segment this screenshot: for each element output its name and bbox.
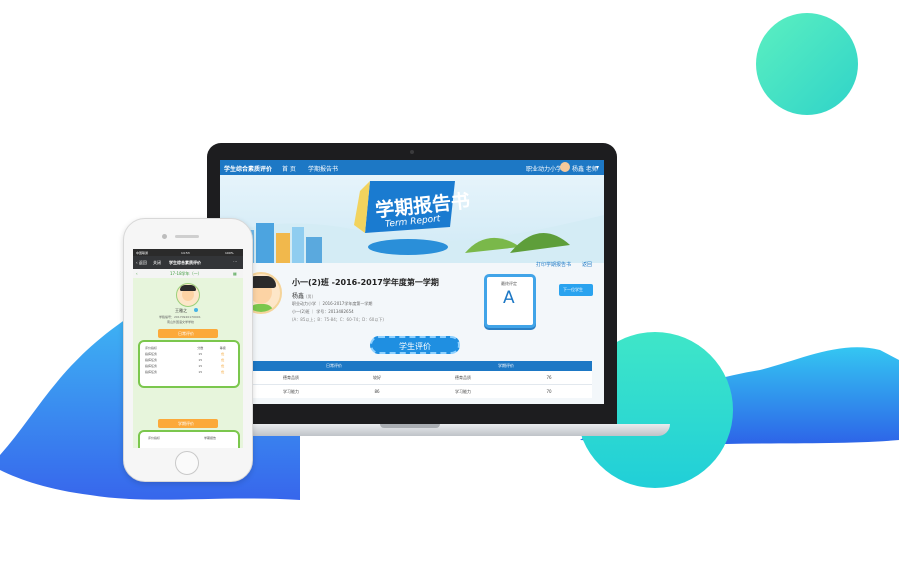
next-student-label: 下一位学生 (563, 287, 583, 292)
laptop-camera (410, 150, 414, 154)
phone-nav-bar: ‹ 返回 关闭 学生综合素质评价 ⋯ (133, 256, 243, 269)
verified-icon (194, 308, 198, 312)
grade-scale: (A：85以上；B：75-84；C：60-74；D：60以下) (292, 317, 384, 322)
carrier-label: 中国联通 (136, 251, 149, 255)
back-button[interactable]: ‹ 返回 (136, 260, 147, 266)
nav-home-link[interactable]: 首 页 (282, 164, 296, 173)
phone-screen: 中国联通 14:53 100% ‹ 返回 关闭 学生综合素质评价 ⋯ ‹ 17-… (133, 249, 243, 448)
table-row: 德育品质 较好 德育品质 76 (248, 371, 592, 385)
col-header-term-report: 学期报告 (204, 436, 217, 440)
prev-term-icon[interactable]: ‹ (136, 271, 138, 276)
daily-eval-ribbon: 日常评价 (158, 329, 218, 338)
laptop-base-notch (380, 424, 440, 428)
table-cell: 学习能力 (455, 389, 471, 394)
user-name[interactable]: 杨鑫 老师 (572, 164, 598, 173)
phone-class-line: 南山外国语文学学校 (167, 320, 195, 324)
decor-circle-top-right (756, 13, 858, 115)
term-eval-card: 评价指标 学期报告 (138, 430, 240, 448)
final-grade-label: 最终评定 (501, 281, 517, 286)
table-cell: 15 (198, 370, 203, 374)
table-header-daily: 日常评价 (326, 363, 342, 368)
calendar-icon[interactable]: ▦ (233, 271, 237, 276)
final-grade-card: 最终评定 A (484, 274, 536, 328)
student-name: 杨鑫 (男) (292, 291, 313, 300)
app-title: 学生综合素质评价 (224, 166, 273, 173)
avatar[interactable] (560, 162, 570, 172)
phone-nav-title: 学生综合素质评价 (169, 260, 201, 265)
phone-speaker (175, 235, 199, 238)
table-cell: 学习能力 (283, 389, 299, 394)
laptop-screen: 学生综合素质评价 首 页 学期报告书 职业动力小学 杨鑫 老师 ▾ 学期报告书 … (220, 160, 604, 404)
close-button[interactable]: 关闭 (153, 260, 161, 266)
table-row: 指挥任务 15 优 (144, 369, 234, 375)
col-header-indicator: 评价指标 (148, 436, 161, 440)
school-name: 职业动力小学 (526, 166, 563, 173)
term-eval-ribbon: 学期评价 (158, 419, 218, 428)
final-grade-value: A (503, 288, 515, 308)
phone-id-line: 学籍编号：20170920170001 (159, 315, 201, 319)
section-title-banner: 学生评价 (370, 336, 460, 354)
id-line: 小一(2)班 ｜ 学号：2013482654 (292, 309, 354, 314)
table-header: 日常评价 学期评价 (248, 361, 592, 371)
student-gender: (男) (305, 294, 314, 299)
chevron-down-icon[interactable]: ▾ (596, 164, 599, 171)
phone-home-button[interactable] (175, 451, 199, 475)
table-cell: 76 (546, 375, 552, 380)
top-nav-bar: 学生综合素质评价 首 页 学期报告书 职业动力小学 杨鑫 老师 ▾ (220, 160, 604, 175)
table-cell: 德育品质 (455, 375, 471, 380)
back-label: 返回 (138, 260, 147, 265)
back-link[interactable]: 返回 (582, 261, 592, 268)
daily-eval-card: 评价指标 分数 等级 指挥任务 15 优 指挥任务 15 优 指挥任务 15 优 指挥任务 1… (138, 340, 240, 388)
table-cell: 70 (546, 389, 552, 394)
phone-avatar (176, 283, 200, 307)
daily-eval-title: 日常评价 (178, 331, 194, 336)
term-eval-title: 学期评价 (178, 421, 194, 426)
phone-status-bar: 中国联通 14:53 100% (133, 249, 243, 256)
section-title-text: 学生评价 (399, 342, 431, 351)
phone-student-name: 王雅之 (175, 308, 187, 313)
school-line: 职业动力小学 ｜ 2016-2017学年度第一学期 (292, 301, 373, 306)
table-header-term: 学期评价 (498, 363, 514, 368)
student-name-text: 杨鑫 (292, 293, 305, 300)
battery-label: 100% (225, 251, 234, 255)
term-label: 17-18学年（一） (170, 271, 202, 276)
table-cell: 较好 (373, 375, 381, 380)
table-cell: 优 (221, 370, 225, 374)
phone-camera (162, 234, 167, 239)
clock-label: 14:53 (181, 251, 190, 255)
term-report-banner: 学期报告书 Term Report (220, 175, 604, 263)
table-row: 学习能力 86 学习能力 70 (248, 385, 592, 398)
print-report-link[interactable]: 打印学期报告书 (536, 261, 571, 268)
class-term-title: 小一(2)班 -2016-2017学年度第一学期 (292, 278, 439, 287)
table-cell: 指挥任务 (145, 370, 158, 374)
evaluation-table: 日常评价 学期评价 德育品质 较好 德育品质 76 学习能力 86 学习能力 7… (248, 361, 592, 398)
next-student-button[interactable]: 下一位学生 (559, 284, 593, 296)
term-bar: ‹ 17-18学年（一） ▦ (133, 269, 243, 278)
more-icon[interactable]: ⋯ (233, 259, 237, 264)
nav-report-link[interactable]: 学期报告书 (308, 164, 338, 173)
table-cell: 德育品质 (283, 375, 299, 380)
table-cell: 86 (374, 389, 380, 394)
